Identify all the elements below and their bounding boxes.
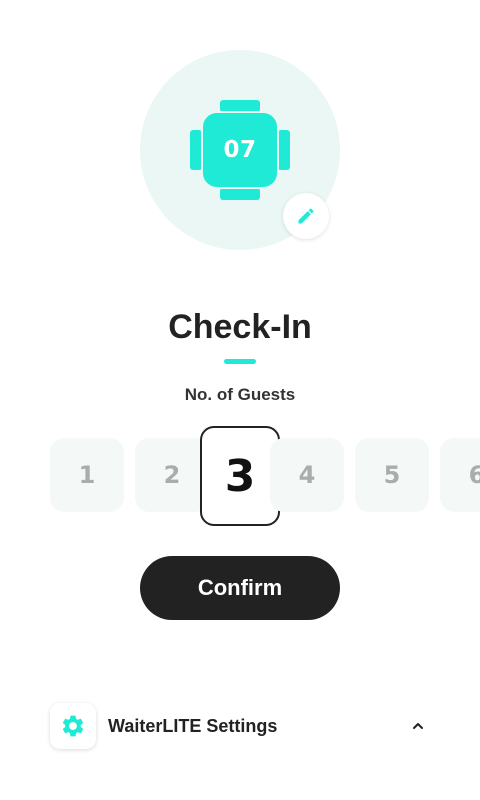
chair-right (278, 130, 290, 170)
guest-count-selector[interactable]: 1 2 3 4 5 6 (0, 426, 480, 526)
chair-bottom (220, 188, 260, 200)
guest-option-5[interactable]: 5 (355, 438, 429, 512)
confirm-button[interactable]: Confirm (140, 556, 340, 620)
guests-label: No. of Guests (184, 385, 296, 404)
gear-icon (62, 715, 84, 737)
title-underline (224, 359, 256, 364)
guest-option-2[interactable]: 2 (135, 438, 209, 512)
guest-option-1[interactable]: 1 (50, 438, 124, 512)
guest-option-4[interactable]: 4 (270, 438, 344, 512)
settings-label: WaiterLITE Settings (108, 715, 278, 736)
table-icon: 07 (190, 100, 290, 200)
table-number: 07 (201, 111, 279, 189)
chevron-up-icon[interactable] (410, 718, 426, 734)
guest-option-6[interactable]: 6 (440, 438, 480, 512)
edit-table-button[interactable] (283, 193, 329, 239)
settings-row[interactable]: WaiterLITE Settings (50, 702, 430, 750)
page-title: Check-In (168, 308, 312, 346)
pencil-icon (298, 208, 314, 224)
settings-icon-box (50, 703, 96, 749)
guest-option-3-selected[interactable]: 3 (200, 426, 280, 526)
